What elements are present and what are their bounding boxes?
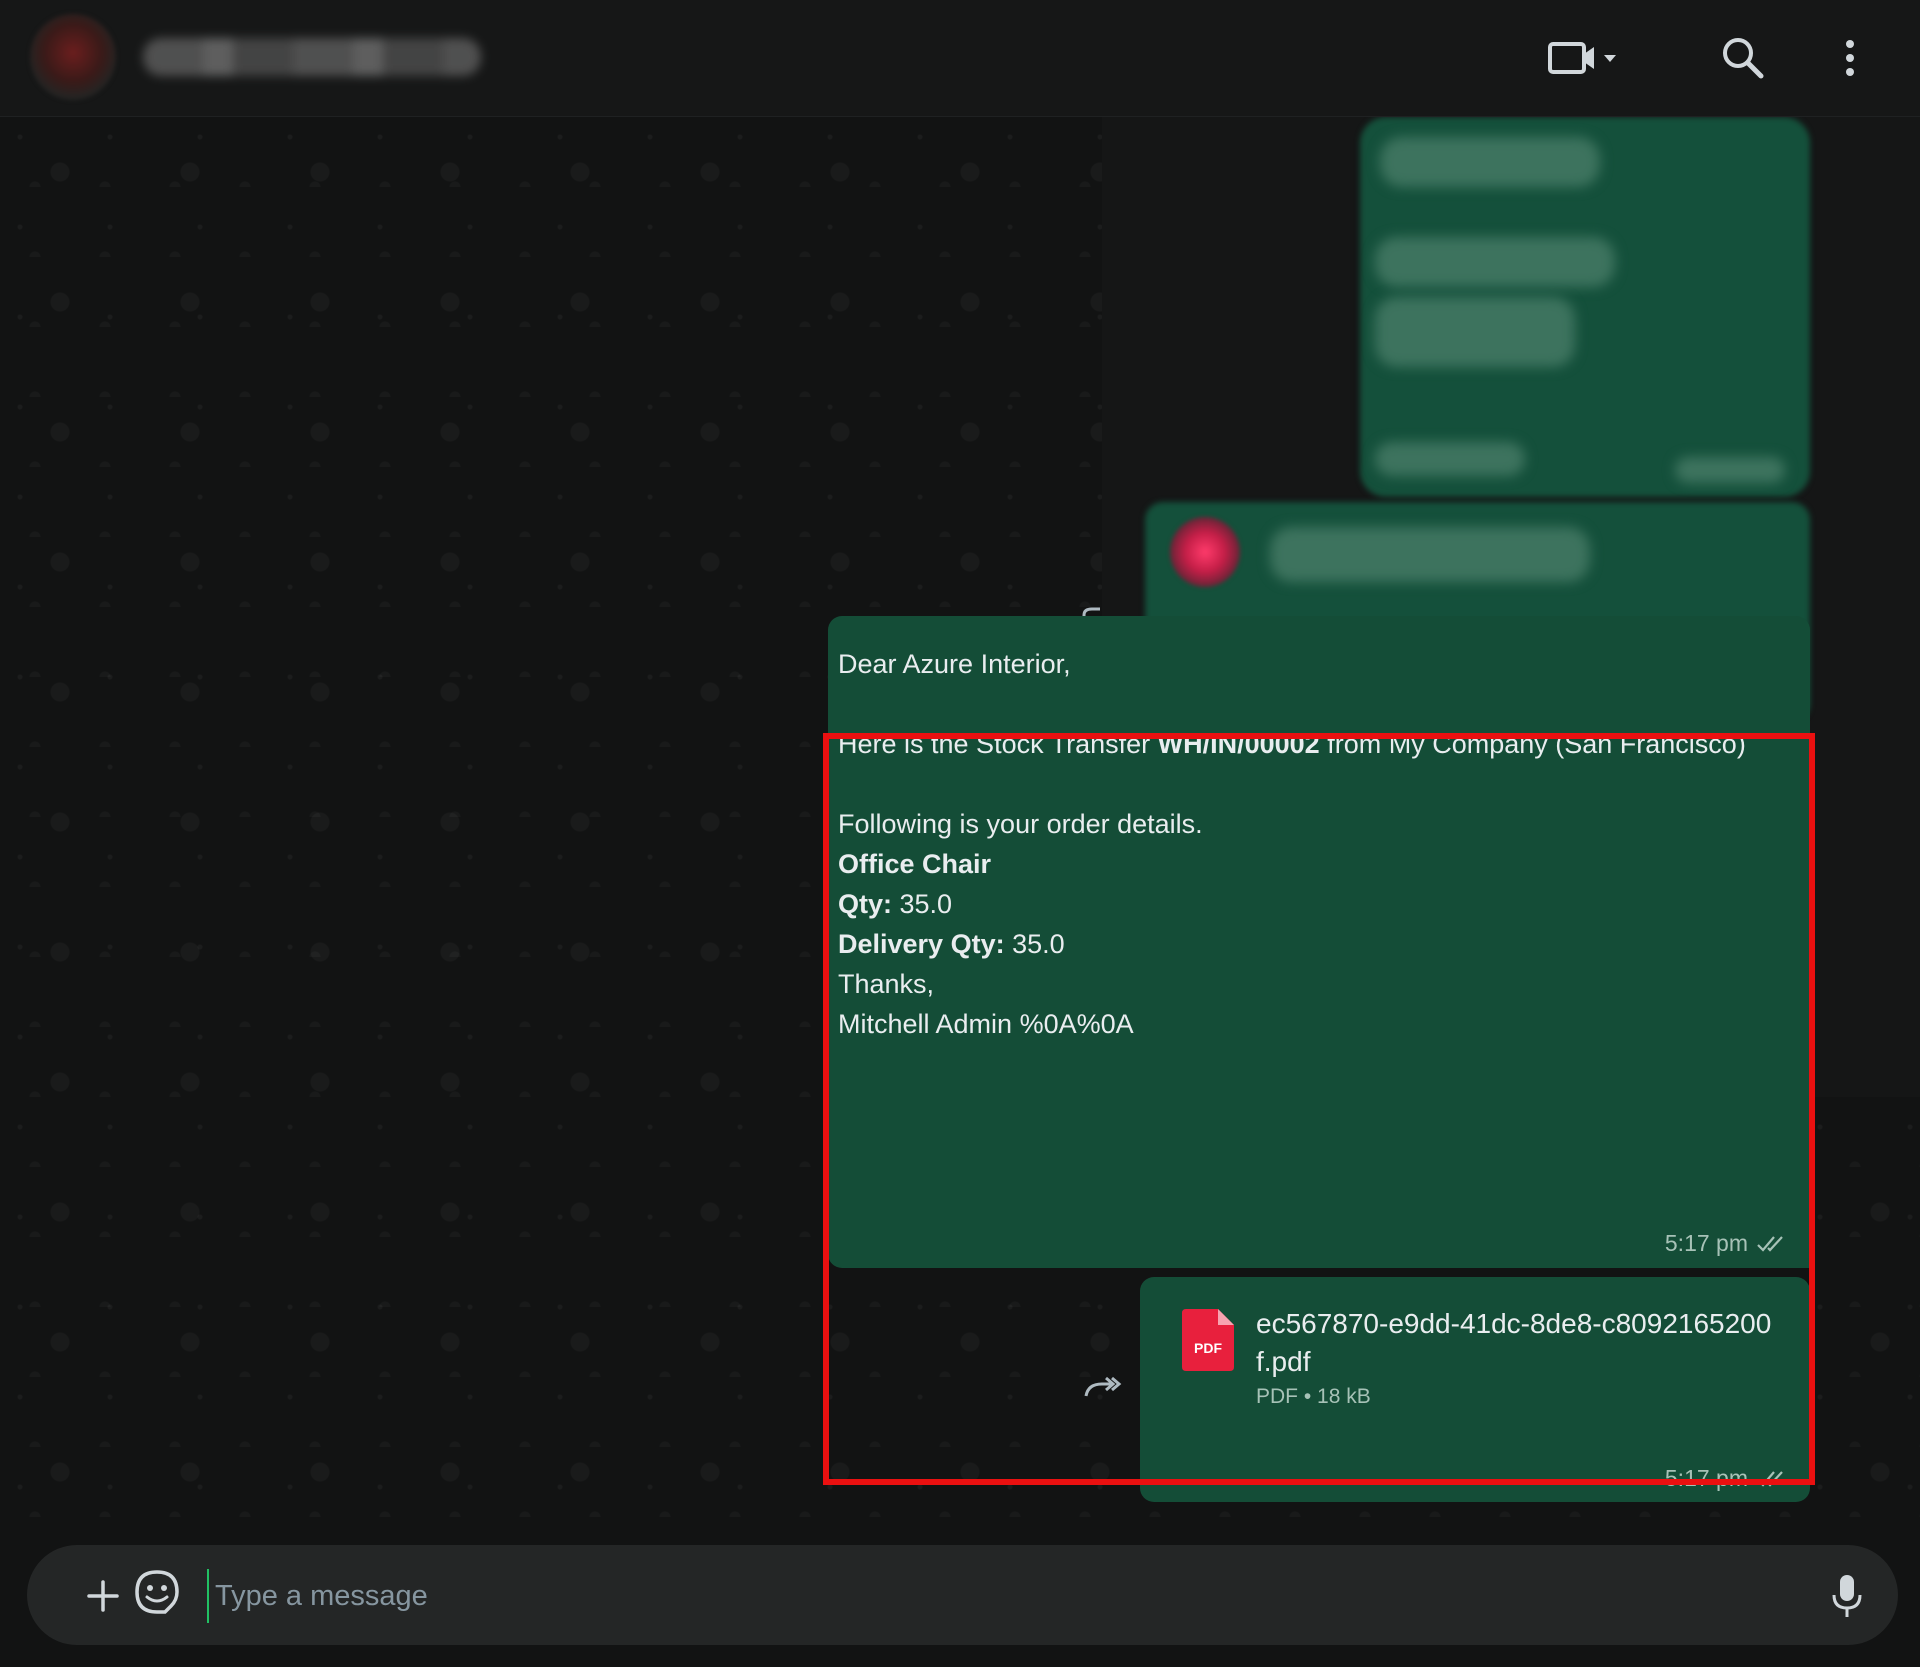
message-composer — [27, 1545, 1898, 1645]
thanks-line: Thanks, — [838, 969, 935, 999]
file-message-bubble[interactable]: PDF ec567870-e9dd-41dc-8de8-c8092165200f… — [1140, 1277, 1810, 1502]
message-greeting: Dear Azure Interior, — [838, 649, 1071, 679]
transfer-reference: WH/IN/00002 — [1157, 729, 1320, 759]
file-type: PDF — [1256, 1385, 1298, 1408]
file-info: PDF • 18 kB — [1256, 1385, 1371, 1409]
search-icon[interactable] — [1715, 30, 1771, 86]
message-input[interactable] — [207, 1569, 1777, 1623]
more-vert-icon[interactable] — [1830, 30, 1870, 86]
message-time: 5:17 pm — [1664, 1230, 1748, 1256]
forward-icon[interactable] — [1082, 1372, 1122, 1402]
file-info-separator: • — [1303, 1385, 1312, 1408]
message-meta: 5:17 pm — [1665, 1230, 1786, 1257]
signature-line: Mitchell Admin %0A%0A — [838, 1009, 1134, 1039]
chat-header — [0, 0, 1920, 117]
svg-text:PDF: PDF — [1194, 1340, 1222, 1356]
product-name: Office Chair — [838, 849, 992, 879]
blurred-avatar-dot — [1170, 517, 1240, 587]
qty-value: 35.0 — [892, 889, 953, 919]
microphone-icon[interactable] — [1827, 1567, 1867, 1623]
chevron-down-icon — [1604, 55, 1616, 62]
message-text: Dear Azure Interior, Here is the Stock T… — [838, 644, 1798, 1044]
qty-label: Qty: — [838, 889, 892, 919]
message-bubble[interactable]: Dear Azure Interior, Here is the Stock T… — [828, 616, 1810, 1268]
file-message-meta: 5:17 pm — [1665, 1465, 1786, 1492]
details-line: Following is your order details. — [838, 809, 1203, 839]
sticker-icon[interactable] — [131, 1566, 183, 1618]
contact-avatar[interactable] — [30, 14, 116, 100]
delivery-qty-value: 35.0 — [1004, 929, 1065, 959]
intro-company: from My Company (San Francisco) — [1319, 729, 1746, 759]
message-intro: Here is the Stock Transfer WH/IN/00002 f… — [838, 724, 1798, 764]
delivery-qty-line: Delivery Qty: 35.0 — [838, 924, 1798, 964]
double-check-icon — [1757, 1235, 1783, 1252]
delivery-qty-label: Delivery Qty: — [838, 929, 1005, 959]
qty-line: Qty: 35.0 — [838, 884, 1798, 924]
file-name[interactable]: ec567870-e9dd-41dc-8de8-c8092165200f.pdf — [1256, 1305, 1776, 1381]
file-size: 18 kB — [1317, 1385, 1371, 1408]
intro-text: Here is the Stock Transfer — [838, 729, 1158, 759]
video-call-icon[interactable] — [1548, 30, 1618, 86]
double-check-icon — [1757, 1470, 1783, 1487]
pdf-file-icon: PDF — [1182, 1309, 1234, 1371]
contact-name-blurred[interactable] — [143, 38, 481, 76]
plus-icon[interactable] — [77, 1570, 129, 1622]
file-message-time: 5:17 pm — [1664, 1465, 1748, 1491]
